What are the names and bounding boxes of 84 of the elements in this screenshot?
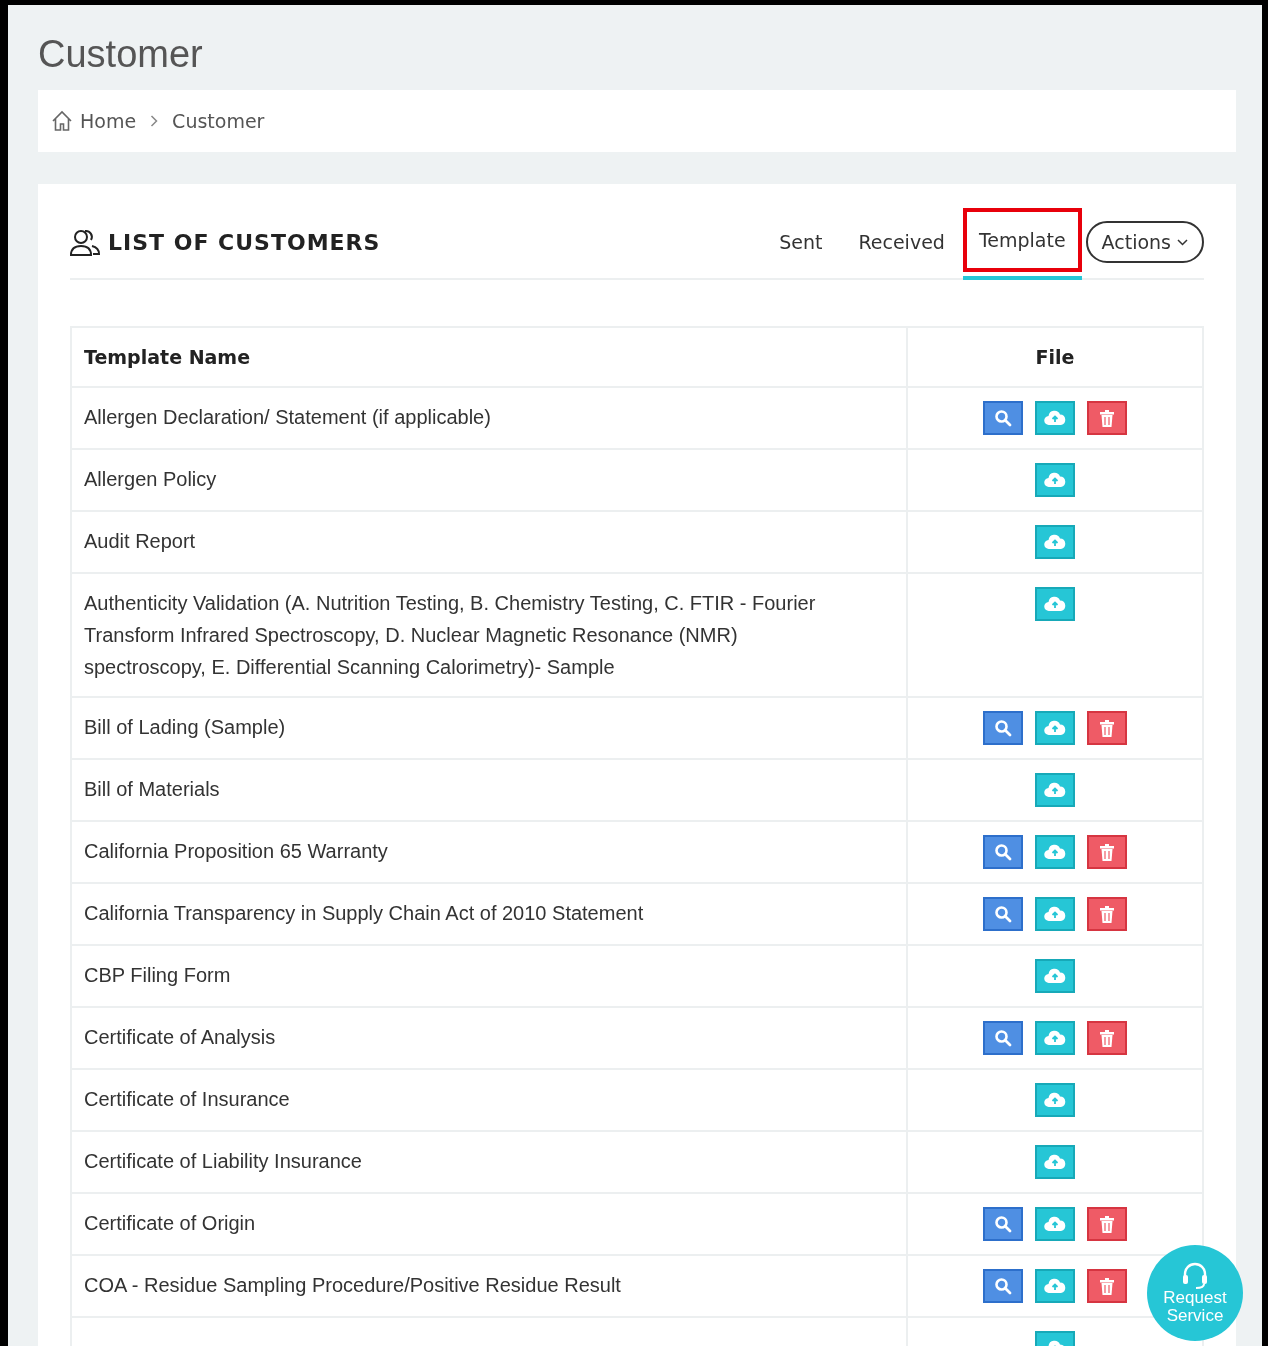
trash-icon bbox=[1100, 1029, 1114, 1047]
table-cell: California Transparency in Supply Chain Act of 2010 Statement bbox=[71, 883, 907, 945]
view-button[interactable] bbox=[983, 897, 1023, 931]
trash-icon bbox=[1100, 719, 1114, 737]
view-button[interactable] bbox=[983, 401, 1023, 435]
cloud-upload-icon bbox=[1044, 968, 1066, 984]
cloud-upload-icon bbox=[1044, 596, 1066, 612]
cloud-upload-icon bbox=[1044, 1092, 1066, 1108]
table-cell: Bill of Lading (Sample) bbox=[71, 697, 907, 759]
trash-icon bbox=[1100, 1215, 1114, 1233]
table-cell: Audit Report bbox=[71, 511, 907, 573]
upload-button[interactable] bbox=[1035, 1207, 1075, 1241]
table-cell: Authenticity Validation (A. Nutrition Testing, B. Chemistry Testing, C. FTIR - Fourier Transform Infrared Spectroscopy, D. Nuclear Magnetic Resonance (NMR) spectroscopy, E. Differential Scanning Calorimetry)- Sample bbox=[71, 573, 907, 697]
upload-button[interactable] bbox=[1035, 835, 1075, 869]
upload-button[interactable] bbox=[1035, 959, 1075, 993]
delete-button[interactable] bbox=[1087, 401, 1127, 435]
table-cell: CBP Filing Form bbox=[71, 945, 907, 1007]
chevron-right-icon bbox=[150, 115, 159, 127]
cloud-upload-icon bbox=[1044, 410, 1066, 426]
upload-button[interactable] bbox=[1035, 401, 1075, 435]
home-link[interactable]: Home bbox=[80, 110, 137, 132]
cloud-upload-icon bbox=[1044, 534, 1066, 550]
search-icon bbox=[994, 905, 1012, 923]
cloud-upload-icon bbox=[1044, 782, 1066, 798]
card-title: LIST OF CUSTOMERS bbox=[108, 229, 381, 255]
tab[interactable]: Received bbox=[840, 208, 963, 280]
page-title: Customer bbox=[38, 33, 204, 76]
table-cell: Certificate of Insurance bbox=[71, 1069, 907, 1131]
cloud-upload-icon bbox=[1044, 1216, 1066, 1232]
cloud-upload-icon bbox=[1044, 844, 1066, 860]
search-icon bbox=[994, 719, 1012, 737]
breadcrumb-current: Customer bbox=[172, 110, 265, 132]
column-header: File bbox=[907, 327, 1203, 387]
delete-button[interactable] bbox=[1087, 1269, 1127, 1303]
upload-button[interactable] bbox=[1035, 1021, 1075, 1055]
cloud-upload-icon bbox=[1044, 1278, 1066, 1294]
table-cell: Allergen Policy bbox=[71, 449, 907, 511]
cloud-upload-icon bbox=[1044, 720, 1066, 736]
cloud-upload-icon bbox=[1044, 906, 1066, 922]
delete-button[interactable] bbox=[1087, 897, 1127, 931]
table-cell: Allergen Declaration/ Statement (if applicable) bbox=[71, 387, 907, 449]
upload-button[interactable] bbox=[1035, 525, 1075, 559]
upload-button[interactable] bbox=[1035, 773, 1075, 807]
table-cell: Certificate of Origin bbox=[71, 1193, 907, 1255]
search-icon bbox=[994, 1277, 1012, 1295]
upload-button[interactable] bbox=[1035, 1083, 1075, 1117]
search-icon bbox=[994, 1029, 1012, 1047]
delete-button[interactable] bbox=[1087, 711, 1127, 745]
column-header: Template Name bbox=[71, 327, 907, 387]
delete-button[interactable] bbox=[1087, 1207, 1127, 1241]
tab[interactable]: Sent bbox=[761, 208, 841, 280]
view-button[interactable] bbox=[983, 1021, 1023, 1055]
trash-icon bbox=[1100, 1277, 1114, 1295]
table-cell: Certificate of Analysis bbox=[71, 1007, 907, 1069]
cloud-upload-icon bbox=[1044, 1030, 1066, 1046]
headset-icon bbox=[1180, 1261, 1210, 1289]
home-icon bbox=[50, 109, 74, 133]
trash-icon bbox=[1100, 905, 1114, 923]
upload-button[interactable] bbox=[1035, 463, 1075, 497]
view-button[interactable] bbox=[983, 1269, 1023, 1303]
upload-button[interactable] bbox=[1035, 587, 1075, 621]
upload-button[interactable] bbox=[1035, 897, 1075, 931]
upload-button[interactable] bbox=[1035, 711, 1075, 745]
table-cell: COA - Residue Sampling Procedure/Positive Residue Result bbox=[71, 1255, 907, 1317]
search-icon bbox=[994, 409, 1012, 427]
trash-icon bbox=[1100, 409, 1114, 427]
users-icon bbox=[70, 228, 100, 256]
search-icon bbox=[994, 843, 1012, 861]
cloud-upload-icon bbox=[1044, 472, 1066, 488]
delete-button[interactable] bbox=[1087, 835, 1127, 869]
view-button[interactable] bbox=[983, 1207, 1023, 1241]
upload-button[interactable] bbox=[1035, 1145, 1075, 1179]
trash-icon bbox=[1100, 843, 1114, 861]
delete-button[interactable] bbox=[1087, 1021, 1127, 1055]
actions-button[interactable]: Actions bbox=[1085, 221, 1204, 263]
view-button[interactable] bbox=[983, 835, 1023, 869]
search-icon bbox=[994, 1215, 1012, 1233]
caret-icon bbox=[1177, 238, 1188, 246]
view-button[interactable] bbox=[983, 711, 1023, 745]
cloud-upload-icon bbox=[1044, 1154, 1066, 1170]
table-cell: California Proposition 65 Warranty bbox=[71, 821, 907, 883]
table-cell: Certificate of Liability Insurance bbox=[71, 1131, 907, 1193]
upload-button[interactable] bbox=[1035, 1269, 1075, 1303]
table-cell: Bill of Materials bbox=[71, 759, 907, 821]
